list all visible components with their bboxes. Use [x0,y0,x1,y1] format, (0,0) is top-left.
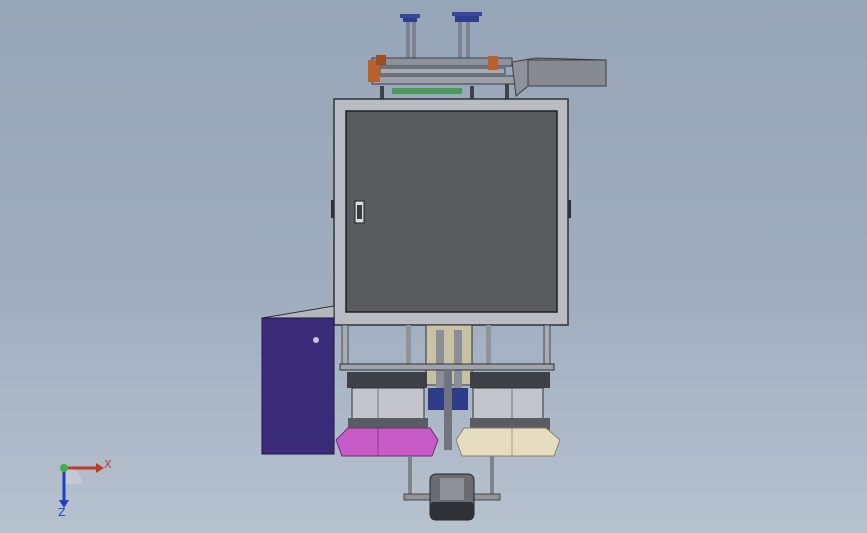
right-fixture [455,372,561,457]
z-axis-label: Z [58,506,66,519]
assembly-model[interactable] [0,0,867,533]
main-cabinet[interactable] [331,98,571,326]
wheel-assembly [403,456,501,521]
side-panel[interactable] [261,305,335,455]
top-mechanism [368,12,607,100]
x-axis-label: X [104,458,112,471]
coordinate-triad: X Z [48,452,118,522]
left-fixture [335,372,439,457]
graphics-viewport[interactable]: X Z [0,0,867,533]
